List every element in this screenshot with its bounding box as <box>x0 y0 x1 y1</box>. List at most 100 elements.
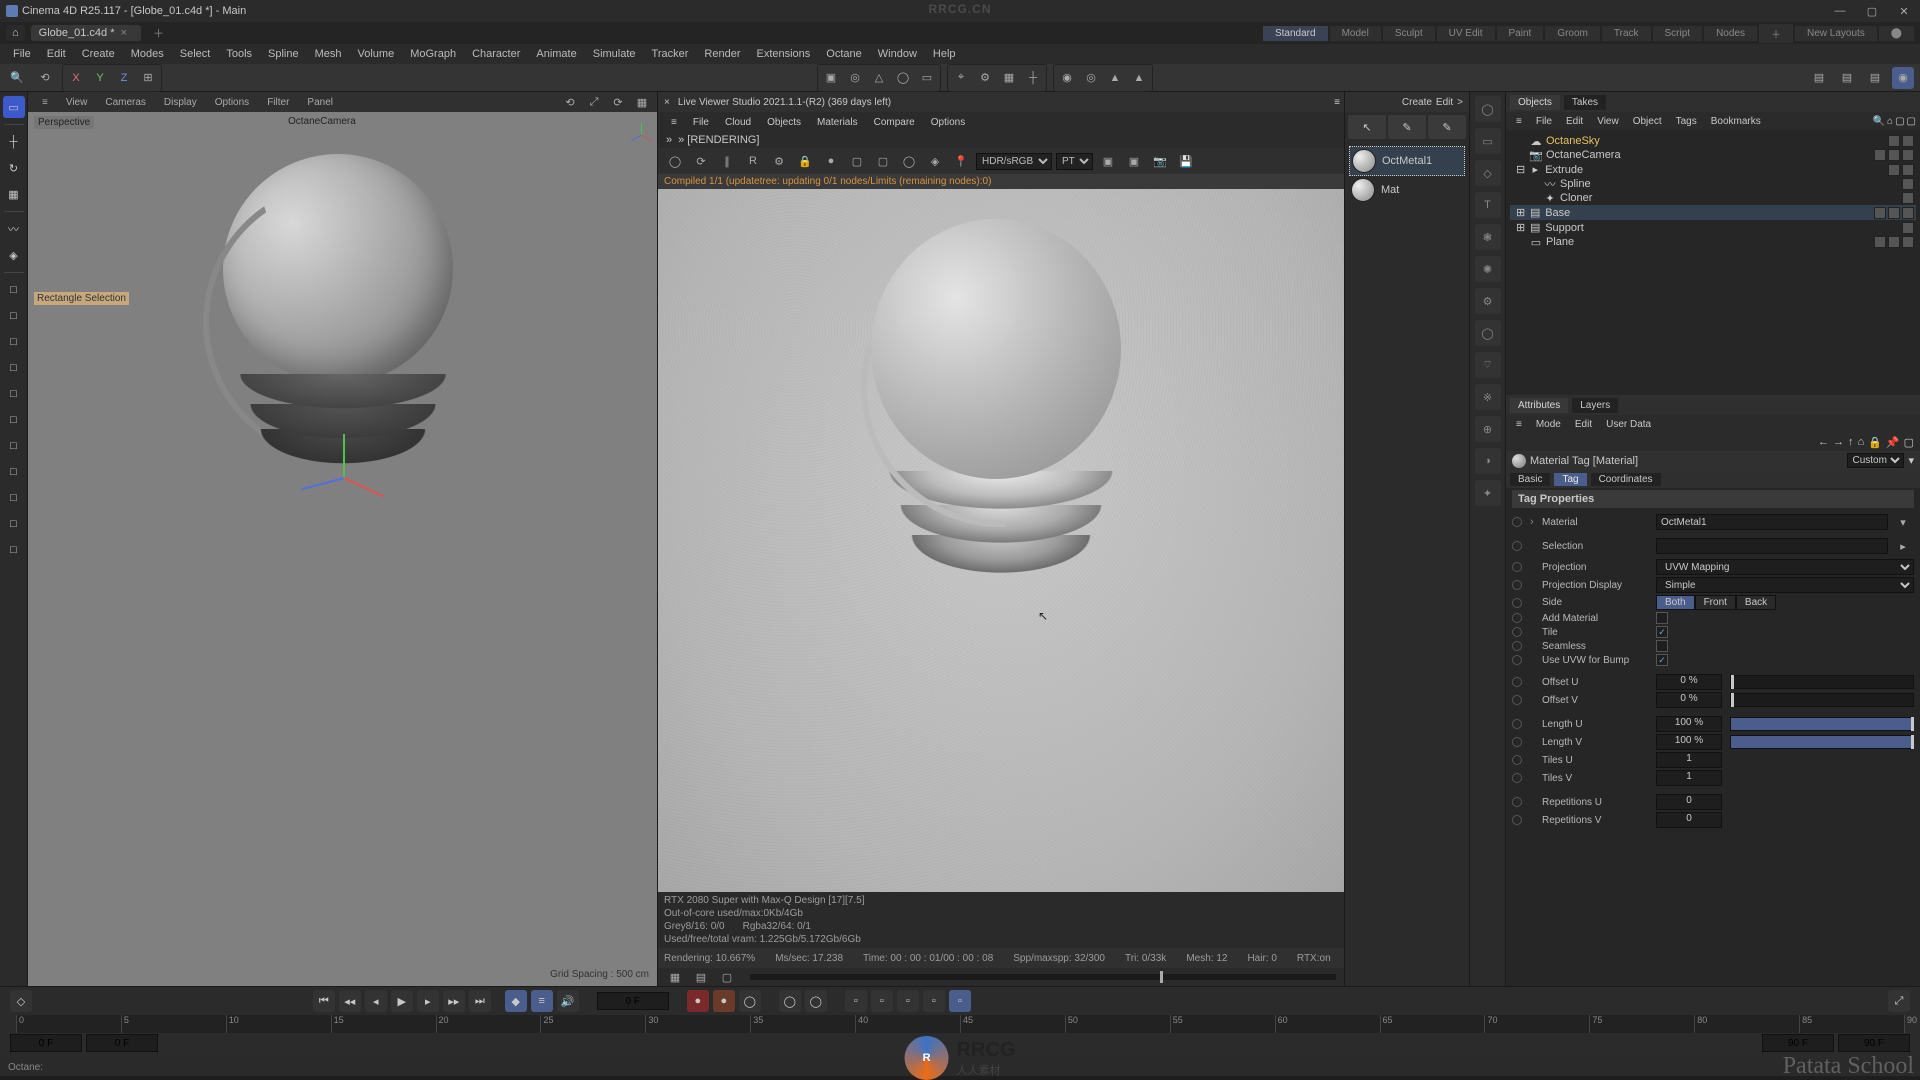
menu-help[interactable]: Help <box>926 46 963 62</box>
tl-current-frame[interactable] <box>597 992 669 1010</box>
lvmenu-materials[interactable]: Materials <box>810 115 865 130</box>
home-tab[interactable]: ⌂ <box>6 25 25 41</box>
object-tag-icon[interactable] <box>1888 149 1900 161</box>
search-icon[interactable]: 🔍 <box>6 67 28 89</box>
tl-key-icon[interactable]: ◇ <box>10 990 32 1012</box>
lv-reload-icon[interactable]: ⟳ <box>690 150 712 172</box>
layout-uvedit[interactable]: UV Edit <box>1437 26 1495 41</box>
menu-render[interactable]: Render <box>697 46 747 62</box>
palette-icon-6[interactable]: ⚙ <box>1475 288 1501 314</box>
object-row[interactable]: 📷OctaneCamera <box>1510 148 1916 162</box>
attr-preset-gear-icon[interactable]: ▾ <box>1908 454 1914 467</box>
attr-addmat-check[interactable] <box>1656 612 1668 624</box>
clapper-icon[interactable]: ▤ <box>1808 67 1830 89</box>
lv-sq1-icon[interactable]: ▢ <box>846 150 868 172</box>
grid-icon[interactable]: ▦ <box>998 67 1020 89</box>
create-edit-icon[interactable]: ✎ <box>1388 115 1426 139</box>
attr-up-icon[interactable]: ↑ <box>1848 436 1854 448</box>
tl-autokey[interactable]: ◆ <box>505 990 527 1012</box>
attr-offu-slider[interactable] <box>1730 675 1914 689</box>
attr-tilesv-field[interactable]: 1 <box>1656 770 1722 786</box>
left-tool-7[interactable]: □ <box>3 305 25 327</box>
tl-range-end2[interactable] <box>1838 1034 1910 1052</box>
lvmenu-objects[interactable]: Objects <box>760 115 808 130</box>
lv-settings-icon[interactable]: ⚙ <box>768 150 790 172</box>
lv-vm-list-icon[interactable]: ▤ <box>690 966 712 988</box>
attr-lenv-field[interactable]: 100 % <box>1656 734 1722 750</box>
attrmenu-userdata[interactable]: User Data <box>1600 418 1657 431</box>
vpmenu-burger[interactable]: ≡ <box>34 95 56 110</box>
attr-preset-select[interactable]: Custom <box>1847 453 1904 468</box>
left-tool-14[interactable]: □ <box>3 487 25 509</box>
tl-prev-frame[interactable]: ◂ <box>365 990 387 1012</box>
attr-offu-field[interactable]: 0 % <box>1656 674 1722 690</box>
tl-range-start[interactable] <box>10 1034 82 1052</box>
object-tag-icon[interactable] <box>1874 207 1886 219</box>
createmenu-more[interactable]: > <box>1457 97 1463 108</box>
layout-script[interactable]: Script <box>1653 26 1703 41</box>
menu-tools[interactable]: Tools <box>219 46 259 62</box>
palette-icon-5[interactable]: ✺ <box>1475 256 1501 282</box>
tab-takes[interactable]: Takes <box>1564 95 1606 110</box>
attr-material-pick-icon[interactable]: ▾ <box>1892 511 1914 533</box>
attr-new-icon[interactable]: ▢ <box>1904 436 1914 449</box>
tl-range-end[interactable] <box>1762 1034 1834 1052</box>
object-tag-icon[interactable] <box>1902 164 1914 176</box>
axis-x-toggle[interactable]: X <box>65 67 87 89</box>
vpmenu-panel[interactable]: Panel <box>299 95 341 110</box>
object-row[interactable]: 〰Spline <box>1510 177 1916 191</box>
lv-sq3-icon[interactable]: ◯ <box>898 150 920 172</box>
palette-icon-7[interactable]: ◯ <box>1475 320 1501 346</box>
attr-side-pills[interactable]: Both Front Back <box>1656 595 1776 610</box>
objmenu-icon-1[interactable]: ⌂ <box>1887 116 1893 127</box>
tree-expander-icon[interactable]: ⊟ <box>1516 163 1525 176</box>
close-icon[interactable]: × <box>664 97 670 108</box>
object-row[interactable]: ⊞▤Support <box>1510 220 1916 235</box>
layout-paint[interactable]: Paint <box>1497 26 1544 41</box>
attr-seamless-check[interactable] <box>1656 640 1668 652</box>
lv-camera-icon[interactable]: 📷 <box>1149 150 1171 172</box>
objmenu-bookmarks[interactable]: Bookmarks <box>1705 115 1767 128</box>
menu-modes[interactable]: Modes <box>124 46 171 62</box>
menu-extensions[interactable]: Extensions <box>749 46 817 62</box>
tree-expander-icon[interactable]: ⊞ <box>1516 221 1525 234</box>
attr-projection-select[interactable]: UVW Mapping <box>1656 559 1914 575</box>
left-tool-4[interactable]: 〰 <box>3 218 25 240</box>
object-row[interactable]: ▭Plane <box>1510 235 1916 249</box>
layout-add[interactable]: ＋ <box>1759 24 1793 43</box>
lv-stop-icon[interactable]: ◯ <box>664 150 686 172</box>
object-tag-icon[interactable] <box>1888 236 1900 248</box>
left-tool-13[interactable]: □ <box>3 461 25 483</box>
side-back[interactable]: Back <box>1736 595 1776 610</box>
lv-cube1-icon[interactable]: ▣ <box>1097 150 1119 172</box>
layout-track[interactable]: Track <box>1602 26 1651 41</box>
menu-create[interactable]: Create <box>75 46 122 62</box>
attr-lock-icon[interactable]: 🔒 <box>1868 436 1882 449</box>
objmenu-icon-0[interactable]: 🔍 <box>1873 116 1885 127</box>
lv-sq2-icon[interactable]: ▢ <box>872 150 894 172</box>
object-tag-icon[interactable] <box>1888 207 1900 219</box>
palette-icon-9[interactable]: ※ <box>1475 384 1501 410</box>
add-tab-button[interactable]: ＋ <box>147 25 170 41</box>
attr-pin-icon[interactable]: 📌 <box>1886 436 1900 449</box>
object-row[interactable]: ☁OctaneSky <box>1510 134 1916 148</box>
lv-vm-large-icon[interactable]: ▢ <box>716 966 738 988</box>
clapper-icon-2[interactable]: ▤ <box>1836 67 1858 89</box>
tl-next-frame[interactable]: ▸ <box>417 990 439 1012</box>
attr-lenu-field[interactable]: 100 % <box>1656 716 1722 732</box>
tl-keysel[interactable]: ◯ <box>739 990 761 1012</box>
objmenu-burger[interactable]: ≡ <box>1510 115 1528 128</box>
menu-mograph[interactable]: MoGraph <box>403 46 463 62</box>
left-tool-1[interactable]: ┼ <box>3 131 25 153</box>
menu-volume[interactable]: Volume <box>351 46 402 62</box>
layout-standard[interactable]: Standard <box>1263 26 1328 41</box>
create-pointer-icon[interactable]: ↖ <box>1348 115 1386 139</box>
tl-q1[interactable]: ◯ <box>779 990 801 1012</box>
lv-clay-icon[interactable]: ● <box>820 150 842 172</box>
attrmenu-mode[interactable]: Mode <box>1530 418 1567 431</box>
object-tag-icon[interactable] <box>1874 236 1886 248</box>
menu-window[interactable]: Window <box>871 46 924 62</box>
lv-lock-icon[interactable]: 🔒 <box>794 150 816 172</box>
tl-m1[interactable]: ▫ <box>845 990 867 1012</box>
lvmenu-options[interactable]: Options <box>924 115 972 130</box>
